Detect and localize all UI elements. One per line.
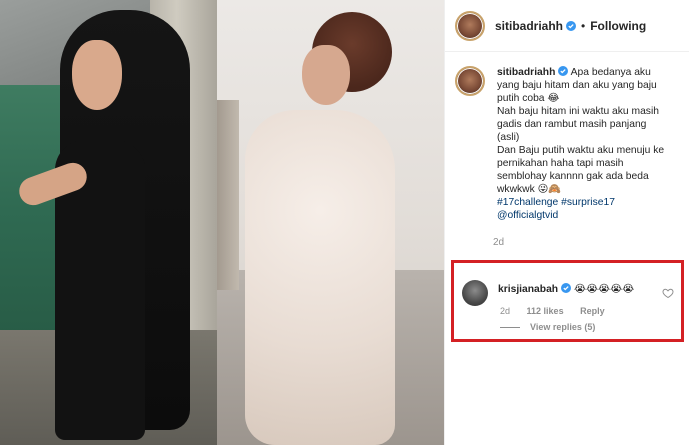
mention-link[interactable]: @officialgtvid xyxy=(497,209,682,222)
separator-dot: • xyxy=(581,18,586,33)
comment-meta: 2d 112 likes Reply xyxy=(500,306,619,316)
comment: krisjianabah 😭😭😭😭😭 xyxy=(462,280,677,306)
caption-line: putih coba 😂 xyxy=(497,93,560,104)
caption-line: Dan Baju putih waktu aku menuju ke xyxy=(497,145,665,156)
caption-timestamp[interactable]: 2d xyxy=(493,237,504,248)
comment-text: 😭😭😭😭😭 xyxy=(573,284,635,295)
caption-line: wkwkwk 😜🙈 xyxy=(497,184,562,195)
caption-line: gadis dan rambut masih panjang xyxy=(497,119,647,130)
caption-line: semblohay kannnn gak ada beda xyxy=(497,171,649,182)
verified-badge-icon xyxy=(561,283,572,293)
following-button[interactable]: Following xyxy=(590,19,646,33)
hashtag-links[interactable]: #17challenge #surprise17 xyxy=(497,196,682,209)
view-replies-label: View replies (5) xyxy=(530,322,596,332)
caption-avatar[interactable] xyxy=(455,66,485,96)
comment-likes[interactable]: 112 likes xyxy=(527,306,564,316)
author-username[interactable]: sitibadriahh xyxy=(495,19,563,33)
commenter-username[interactable]: krisjianabah xyxy=(498,284,558,295)
reply-button[interactable]: Reply xyxy=(580,306,605,316)
heart-icon[interactable] xyxy=(662,287,674,299)
caption-line: pernikahan haha tapi masih xyxy=(497,158,624,169)
verified-badge-icon xyxy=(558,66,569,76)
commenter-avatar[interactable] xyxy=(462,280,488,306)
post-header: sitibadriahh • Following xyxy=(445,0,689,52)
caption-line: (asli) xyxy=(497,132,520,143)
caption-line: Apa bedanya aku xyxy=(570,67,651,78)
post-sidebar: sitibadriahh • Following sitibadriahh Ap… xyxy=(444,0,689,445)
caption-line: yang baju hitam dan aku yang baju xyxy=(497,80,657,91)
post-photo[interactable] xyxy=(0,0,444,445)
caption-text: sitibadriahh Apa bedanya aku yang baju h… xyxy=(497,66,682,222)
photo-white-dress xyxy=(217,0,444,445)
comment-timestamp[interactable]: 2d xyxy=(500,306,510,316)
caption-line: Nah baju hitam ini waktu aku masih xyxy=(497,106,659,117)
view-replies-button[interactable]: View replies (5) xyxy=(500,322,595,332)
replies-dash xyxy=(500,326,520,328)
caption: sitibadriahh Apa bedanya aku yang baju h… xyxy=(455,66,685,222)
author-avatar[interactable] xyxy=(455,10,485,41)
comment-body: krisjianabah 😭😭😭😭😭 xyxy=(498,280,634,306)
caption-username[interactable]: sitibadriahh xyxy=(497,67,555,78)
photo-black-dress xyxy=(0,0,217,445)
verified-badge-icon xyxy=(566,20,577,31)
